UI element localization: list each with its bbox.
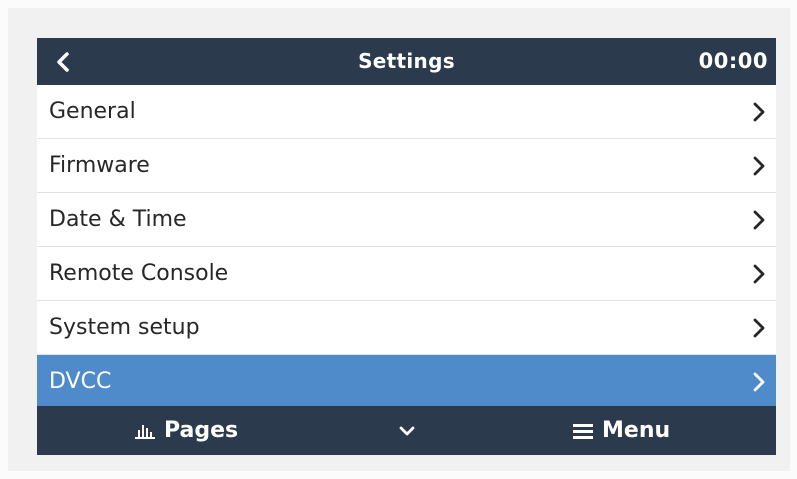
pages-label: Pages <box>164 418 239 443</box>
chevron-right-icon <box>753 210 765 230</box>
scroll-down-button[interactable] <box>392 406 422 455</box>
chevron-right-icon <box>753 264 765 284</box>
menu-item-label: General <box>49 99 136 124</box>
chevron-right-icon <box>753 156 765 176</box>
menu-item-dvcc[interactable]: DVCC <box>37 355 776 408</box>
pages-button[interactable]: Pages <box>134 406 238 455</box>
menu-item-remote-console[interactable]: Remote Console <box>37 247 776 301</box>
menu-item-label: Date & Time <box>49 207 187 232</box>
chevron-right-icon <box>753 318 765 338</box>
menu-item-label: DVCC <box>49 369 112 394</box>
menu-item-general[interactable]: General <box>37 85 776 139</box>
menu-item-label: Remote Console <box>49 261 229 286</box>
clock-display: 00:00 <box>698 49 768 73</box>
footer-bar: Pages Menu <box>37 406 776 455</box>
menu-item-label: System setup <box>49 315 200 340</box>
menu-item-firmware[interactable]: Firmware <box>37 139 776 193</box>
chevron-right-icon <box>753 372 765 392</box>
settings-list: General Firmware Date & Time Remote Cons… <box>37 85 776 408</box>
settings-screen: Settings 00:00 General Firmware Date & T… <box>37 38 776 455</box>
page-title: Settings <box>358 49 455 73</box>
menu-item-date-time[interactable]: Date & Time <box>37 193 776 247</box>
menu-label: Menu <box>602 418 671 443</box>
hamburger-icon <box>573 423 593 439</box>
chevron-right-icon <box>753 102 765 122</box>
header-bar: Settings 00:00 <box>37 38 776 85</box>
menu-button[interactable]: Menu <box>572 406 670 455</box>
menu-item-system-setup[interactable]: System setup <box>37 301 776 355</box>
chevron-down-icon <box>399 426 415 435</box>
bar-chart-icon <box>135 424 155 439</box>
menu-item-label: Firmware <box>49 153 150 178</box>
